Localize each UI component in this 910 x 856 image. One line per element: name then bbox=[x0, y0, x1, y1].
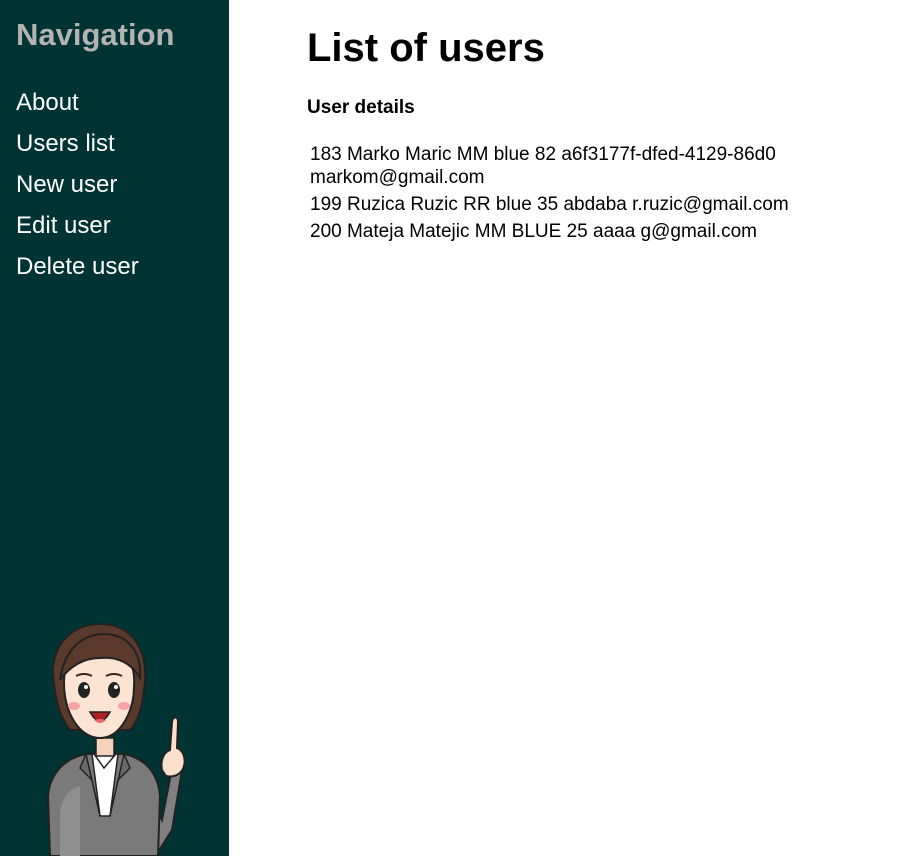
nav-item-about[interactable]: About bbox=[16, 87, 139, 128]
user-list: 183 Marko Maric MM blue 82 a6f3177f-dfed… bbox=[310, 143, 830, 247]
user-list-item: 200 Mateja Matejic MM BLUE 25 aaaa g@gma… bbox=[310, 221, 757, 242]
nav-item-users-list[interactable]: Users list bbox=[16, 128, 139, 169]
page-title: List of users bbox=[307, 26, 545, 70]
nav-list: About Users list New user Edit user Dele… bbox=[16, 87, 139, 292]
nav-item-new-user[interactable]: New user bbox=[16, 169, 139, 210]
mascot-illustration bbox=[46, 622, 186, 856]
nav-item-delete-user[interactable]: Delete user bbox=[16, 251, 139, 292]
section-title: User details bbox=[307, 97, 415, 118]
user-list-item: 199 Ruzica Ruzic RR blue 35 abdaba r.ruz… bbox=[310, 194, 789, 215]
main-content: List of users User details 183 Marko Mar… bbox=[229, 0, 910, 856]
nav-item-edit-user[interactable]: Edit user bbox=[16, 210, 139, 251]
sidebar: Navigation About Users list New user Edi… bbox=[0, 0, 229, 856]
nav-title: Navigation bbox=[16, 17, 175, 52]
user-list-item: 183 Marko Maric MM blue 82 a6f3177f-dfed… bbox=[310, 144, 776, 188]
